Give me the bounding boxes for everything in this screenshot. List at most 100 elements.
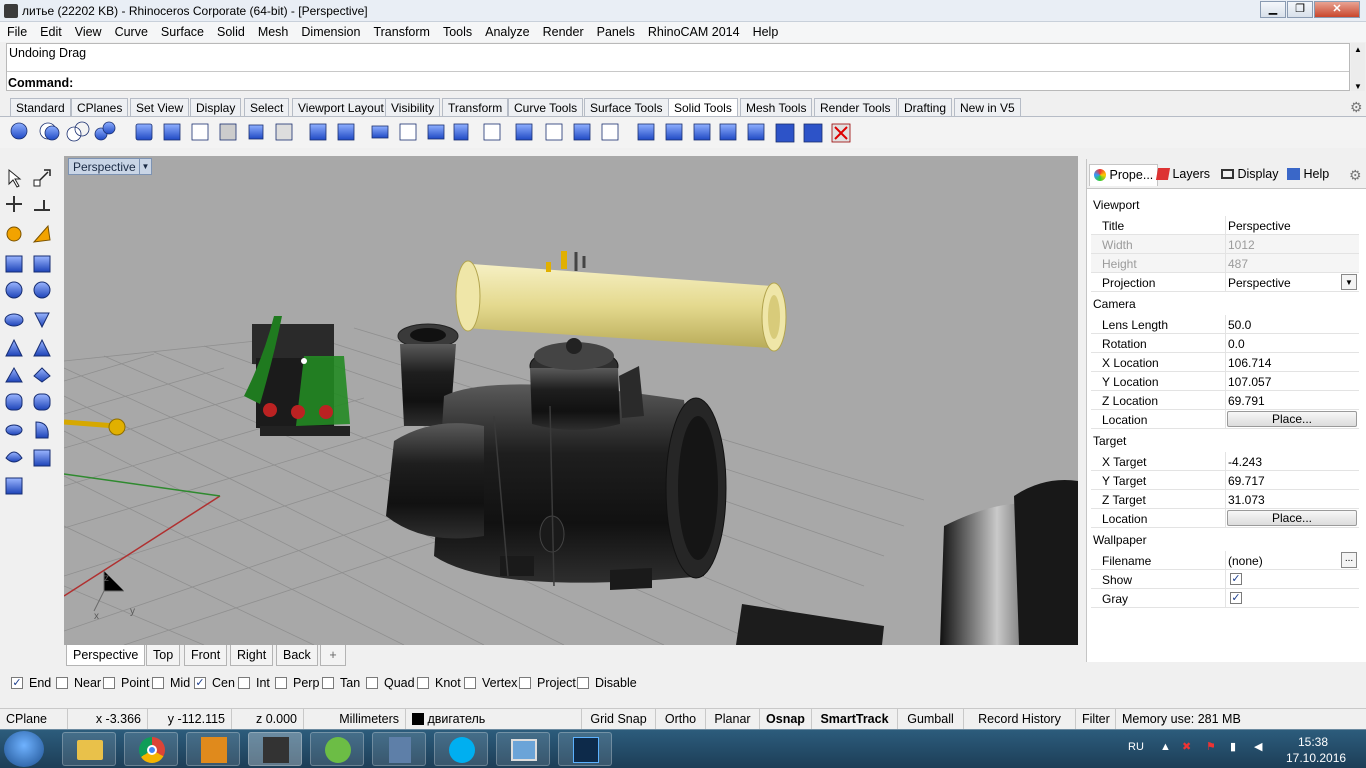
status-smarttrack[interactable]: SmartTrack bbox=[812, 709, 898, 730]
menu-solid[interactable]: Solid bbox=[210, 22, 251, 39]
tab-transform[interactable]: Transform bbox=[442, 98, 509, 116]
language-indicator[interactable]: RU bbox=[1128, 741, 1144, 753]
viewport-tab-front[interactable]: Front bbox=[184, 645, 228, 666]
viewport-tab-right[interactable]: Right bbox=[230, 645, 274, 666]
tab-curve-tools[interactable]: Curve Tools bbox=[508, 98, 584, 116]
signal-icon[interactable]: ▮ bbox=[1230, 740, 1236, 753]
menu-curve[interactable]: Curve bbox=[108, 22, 154, 39]
chevron-down-icon[interactable]: ▼ bbox=[1341, 274, 1357, 290]
osnap-mid-checkbox[interactable] bbox=[152, 677, 164, 689]
osnap-cen-checkbox[interactable]: ✓ bbox=[194, 677, 206, 689]
tab-display[interactable]: Display bbox=[190, 98, 242, 116]
clock-date[interactable]: 17.10.2016 bbox=[1286, 751, 1346, 765]
scroll-down-icon[interactable]: ▼ bbox=[1351, 82, 1365, 91]
tab-new-in-v5[interactable]: New in V5 bbox=[954, 98, 1021, 116]
network-warning-icon[interactable]: ✖ bbox=[1182, 740, 1191, 753]
osnap-disable-checkbox[interactable] bbox=[577, 677, 589, 689]
tab-set-view[interactable]: Set View bbox=[130, 98, 190, 116]
menu-view[interactable]: View bbox=[68, 22, 108, 39]
menu-help[interactable]: Help bbox=[746, 22, 785, 39]
panel-gear-icon[interactable]: ⚙ bbox=[1349, 167, 1362, 184]
taskbar-skype-icon[interactable] bbox=[434, 732, 488, 766]
taskbar-autodesk-icon[interactable] bbox=[372, 732, 426, 766]
gear-icon[interactable]: ⚙ bbox=[1350, 99, 1363, 116]
filename-field[interactable]: (none) bbox=[1228, 554, 1263, 568]
tab-layers[interactable]: Layers bbox=[1153, 164, 1214, 186]
status-grid-snap[interactable]: Grid Snap bbox=[582, 709, 656, 730]
tab-properties[interactable]: Prope... bbox=[1089, 164, 1159, 186]
status-units[interactable]: Millimeters bbox=[304, 709, 406, 730]
status-filter[interactable]: Filter bbox=[1076, 709, 1116, 730]
security-icon[interactable]: ⚑ bbox=[1206, 740, 1216, 753]
menu-dimension[interactable]: Dimension bbox=[294, 22, 366, 39]
scroll-up-icon[interactable]: ▲ bbox=[1351, 43, 1365, 57]
osnap-tan-checkbox[interactable] bbox=[322, 677, 334, 689]
small-engine-model[interactable] bbox=[244, 316, 350, 436]
taskbar-photoshop-icon[interactable] bbox=[558, 732, 612, 766]
yellow-rod[interactable] bbox=[64, 419, 117, 429]
menu-rhinocam[interactable]: RhinoCAM 2014 bbox=[641, 22, 746, 39]
status-planar[interactable]: Planar bbox=[706, 709, 760, 730]
command-prompt[interactable]: Command: bbox=[7, 71, 1349, 90]
tab-drafting[interactable]: Drafting bbox=[898, 98, 953, 116]
osnap-knot-checkbox[interactable] bbox=[417, 677, 429, 689]
tab-solid-tools[interactable]: Solid Tools bbox=[668, 98, 738, 116]
right-drum-model[interactable] bbox=[736, 480, 1078, 645]
tab-render-tools[interactable]: Render Tools bbox=[814, 98, 897, 116]
menu-mesh[interactable]: Mesh bbox=[251, 22, 295, 39]
status-gumball[interactable]: Gumball bbox=[898, 709, 964, 730]
menu-surface[interactable]: Surface bbox=[154, 22, 210, 39]
taskbar-photos-icon[interactable] bbox=[496, 732, 550, 766]
volume-icon[interactable]: ◀ bbox=[1254, 740, 1262, 753]
minimize-button[interactable]: ▁ bbox=[1260, 1, 1286, 18]
menu-panels[interactable]: Panels bbox=[590, 22, 641, 39]
x-location-field[interactable]: 106.714 bbox=[1228, 356, 1271, 370]
taskbar-rhino-icon[interactable] bbox=[248, 732, 302, 766]
status-cplane[interactable]: CPlane bbox=[0, 709, 68, 730]
tab-help-panel[interactable]: Help bbox=[1283, 164, 1333, 186]
taskbar-inventor-icon[interactable] bbox=[186, 732, 240, 766]
status-record-history[interactable]: Record History bbox=[964, 709, 1076, 730]
tab-standard[interactable]: Standard bbox=[10, 98, 71, 116]
z-target-field[interactable]: 31.073 bbox=[1228, 493, 1265, 507]
gray-checkbox[interactable]: ✓ bbox=[1230, 592, 1242, 604]
perspective-viewport[interactable]: z y x bbox=[64, 156, 1078, 645]
lens-length-field[interactable]: 50.0 bbox=[1228, 318, 1251, 332]
y-target-field[interactable]: 69.717 bbox=[1228, 474, 1265, 488]
taskbar-explorer-icon[interactable] bbox=[62, 732, 116, 766]
viewport-tab-back[interactable]: Back bbox=[276, 645, 318, 666]
tab-surface-tools[interactable]: Surface Tools bbox=[584, 98, 669, 116]
browse-button[interactable]: ... bbox=[1341, 552, 1357, 568]
viewport-title[interactable]: Perspective ▼ bbox=[68, 158, 152, 175]
maximize-button[interactable]: ❐ bbox=[1287, 1, 1313, 18]
selected-pipe-model[interactable] bbox=[455, 251, 787, 352]
taskbar-utorrent-icon[interactable] bbox=[310, 732, 364, 766]
status-ortho[interactable]: Ortho bbox=[656, 709, 706, 730]
menu-transform[interactable]: Transform bbox=[366, 22, 436, 39]
status-osnap[interactable]: Osnap bbox=[760, 709, 812, 730]
z-location-field[interactable]: 69.791 bbox=[1228, 394, 1265, 408]
clock-time[interactable]: 15:38 bbox=[1298, 735, 1328, 749]
tab-cplanes[interactable]: CPlanes bbox=[71, 98, 129, 116]
tab-display-panel[interactable]: Display bbox=[1217, 164, 1282, 186]
rotation-field[interactable]: 0.0 bbox=[1228, 337, 1245, 351]
menu-render[interactable]: Render bbox=[536, 22, 590, 39]
osnap-perp-checkbox[interactable] bbox=[275, 677, 287, 689]
tab-viewport-layout[interactable]: Viewport Layout bbox=[292, 98, 390, 116]
menu-file[interactable]: File bbox=[0, 22, 33, 39]
menu-analyze[interactable]: Analyze bbox=[478, 22, 535, 39]
menu-edit[interactable]: Edit bbox=[33, 22, 68, 39]
close-button[interactable]: ✕ bbox=[1314, 1, 1360, 18]
show-checkbox[interactable]: ✓ bbox=[1230, 573, 1242, 585]
osnap-int-checkbox[interactable] bbox=[238, 677, 250, 689]
status-layer[interactable]: двигатель bbox=[406, 709, 582, 730]
start-button[interactable] bbox=[4, 731, 44, 767]
osnap-project-checkbox[interactable] bbox=[519, 677, 531, 689]
command-scrollbar[interactable]: ▲ ▼ bbox=[1351, 43, 1365, 91]
viewport-scene[interactable]: z y x bbox=[64, 156, 1078, 645]
osnap-point-checkbox[interactable] bbox=[103, 677, 115, 689]
menu-tools[interactable]: Tools bbox=[436, 22, 478, 39]
tab-mesh-tools[interactable]: Mesh Tools bbox=[740, 98, 813, 116]
add-viewport-tab-icon[interactable]: + bbox=[320, 645, 346, 666]
osnap-quad-checkbox[interactable] bbox=[366, 677, 378, 689]
